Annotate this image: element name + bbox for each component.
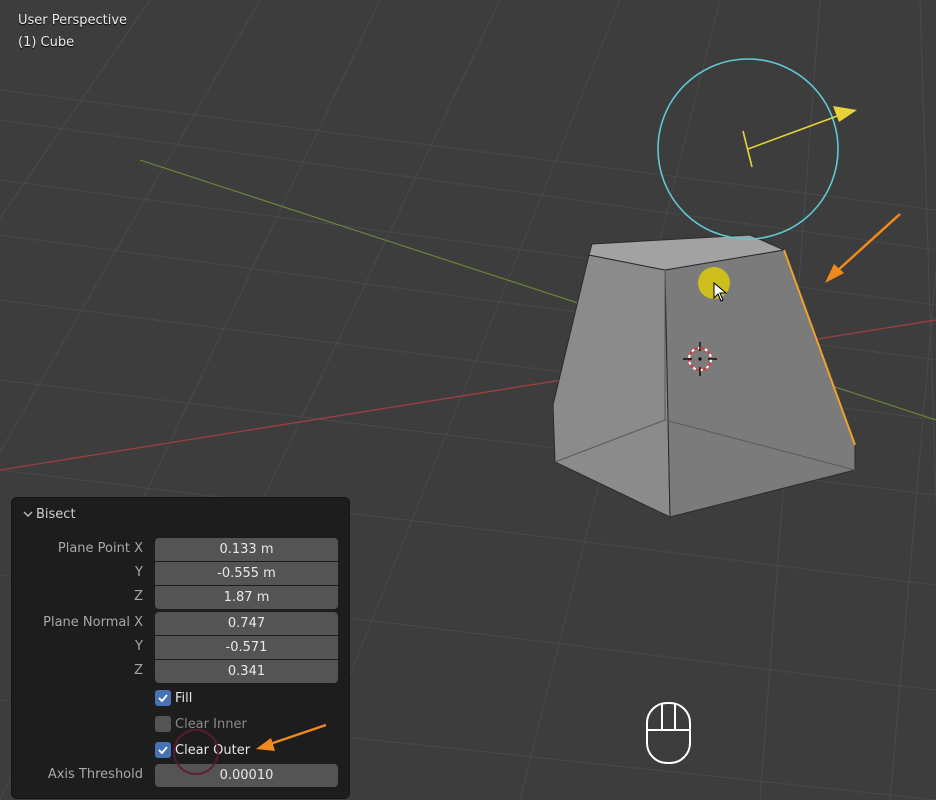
plane-normal-y-label: Y [135,639,143,654]
chevron-down-icon [20,506,36,522]
bisect-operator-panel: Bisect Plane Point X Y Z 0.133 m -0.555 … [12,498,349,798]
plane-normal-y-field[interactable]: -0.571 [155,636,338,659]
unchecked-box-icon [155,716,171,732]
checkmark-icon [155,690,171,706]
axis-threshold-label: Axis Threshold [47,767,143,782]
fill-checkbox[interactable]: Fill [155,688,192,708]
panel-title: Bisect [36,506,76,522]
checkmark-icon [155,742,171,758]
clear-outer-checkbox[interactable]: Clear Outer [155,740,250,760]
plane-point-z-label: Z [134,589,143,604]
axis-threshold-field[interactable]: 0.00010 [155,764,338,787]
active-object-label: (1) Cube [18,35,75,50]
plane-point-y-label: Y [135,565,143,580]
plane-normal-x-field[interactable]: 0.747 [155,612,338,635]
panel-header[interactable]: Bisect [20,504,76,524]
plane-point-y-field[interactable]: -0.555 m [155,562,338,585]
plane-normal-z-label: Z [134,663,143,678]
viewport-mode-label: User Perspective [18,13,128,28]
fill-label: Fill [175,690,193,706]
clear-outer-label: Clear Outer [175,742,251,758]
plane-point-x-field[interactable]: 0.133 m [155,538,338,561]
plane-normal-x-label: Plane Normal X [43,615,143,630]
plane-normal-z-field[interactable]: 0.341 [155,660,338,683]
clear-inner-checkbox[interactable]: Clear Inner [155,714,247,734]
plane-point-z-field[interactable]: 1.87 m [155,586,338,609]
plane-point-x-label: Plane Point X [57,541,143,556]
clear-inner-label: Clear Inner [175,716,247,732]
